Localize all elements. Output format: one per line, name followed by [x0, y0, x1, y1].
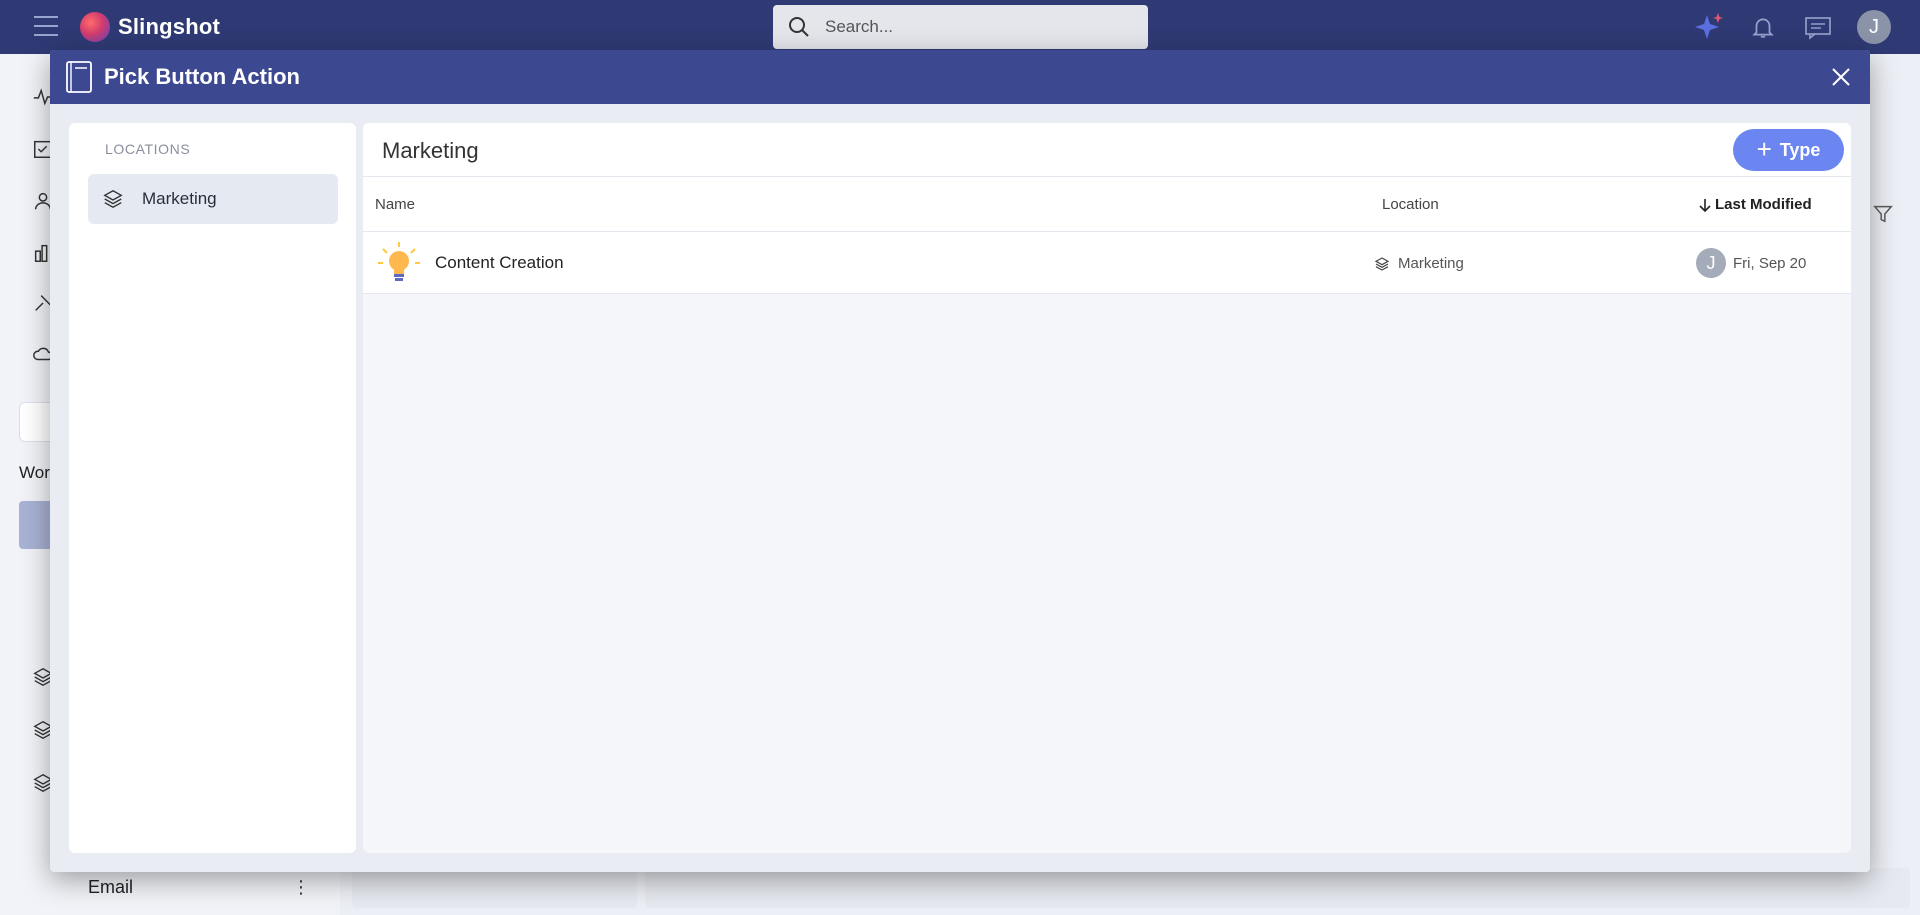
workspaces-heading-partial: Wor [19, 463, 50, 482]
column-header-name[interactable]: Name [375, 196, 415, 213]
items-panel-header: Marketing + Type [363, 123, 1851, 177]
avatar: J [1696, 248, 1726, 278]
item-last-modified: J Fri, Sep 20 [1696, 248, 1806, 278]
filter-icon [1872, 203, 1896, 227]
book-icon [66, 61, 92, 93]
kebab-icon: ⋮ [292, 877, 310, 897]
user-avatar[interactable]: J [1857, 10, 1891, 44]
layers-icon [103, 189, 123, 209]
layers-icon [1374, 256, 1390, 271]
background-email-item: Email [88, 877, 134, 897]
locations-heading: LOCATIONS [105, 141, 191, 157]
close-icon[interactable] [1829, 65, 1853, 89]
add-type-button[interactable]: + Type [1733, 129, 1844, 171]
column-header-last-modified[interactable]: Last Modified [1698, 196, 1812, 213]
top-app-bar: Slingshot J [0, 0, 1920, 54]
dialog-title: Pick Button Action [104, 64, 300, 89]
ai-sparkle-icon[interactable] [1692, 10, 1726, 44]
items-panel-title: Marketing [382, 138, 479, 163]
items-panel: Marketing + Type Name Location Last Modi… [363, 123, 1851, 853]
bell-icon[interactable] [1746, 10, 1780, 44]
item-modified-date: Fri, Sep 20 [1733, 254, 1807, 272]
add-type-button-label: Type [1779, 139, 1821, 160]
locations-panel: LOCATIONS Marketing [69, 123, 356, 853]
slingshot-logo-icon [80, 12, 110, 42]
global-search[interactable] [773, 5, 1148, 49]
app-name: Slingshot [118, 14, 221, 39]
table-row[interactable]: Content Creation Marketing J Fri, Sep 20 [363, 232, 1851, 294]
location-item-marketing[interactable]: Marketing [88, 174, 338, 224]
item-location-label: Marketing [1398, 255, 1464, 272]
plus-icon: + [1756, 133, 1772, 164]
lightbulb-icon [378, 242, 420, 281]
table-header: Name Location Last Modified [363, 177, 1851, 232]
column-header-last-modified-label: Last Modified [1715, 196, 1812, 213]
background-card [645, 868, 1910, 908]
item-location: Marketing [1374, 255, 1464, 272]
location-item-label: Marketing [142, 189, 217, 208]
dialog-header: Pick Button Action [50, 50, 1870, 104]
arrow-down-icon [1699, 198, 1711, 212]
app-logo[interactable]: Slingshot [80, 12, 220, 42]
menu-icon[interactable] [34, 16, 58, 36]
item-name: Content Creation [435, 253, 564, 272]
search-icon [789, 17, 809, 37]
pick-button-action-dialog: Pick Button Action LOCATIONS Marketing M… [50, 50, 1870, 872]
chat-icon[interactable] [1801, 10, 1835, 44]
search-input[interactable] [825, 17, 1125, 37]
column-header-location[interactable]: Location [1382, 196, 1439, 213]
background-card [352, 868, 637, 908]
